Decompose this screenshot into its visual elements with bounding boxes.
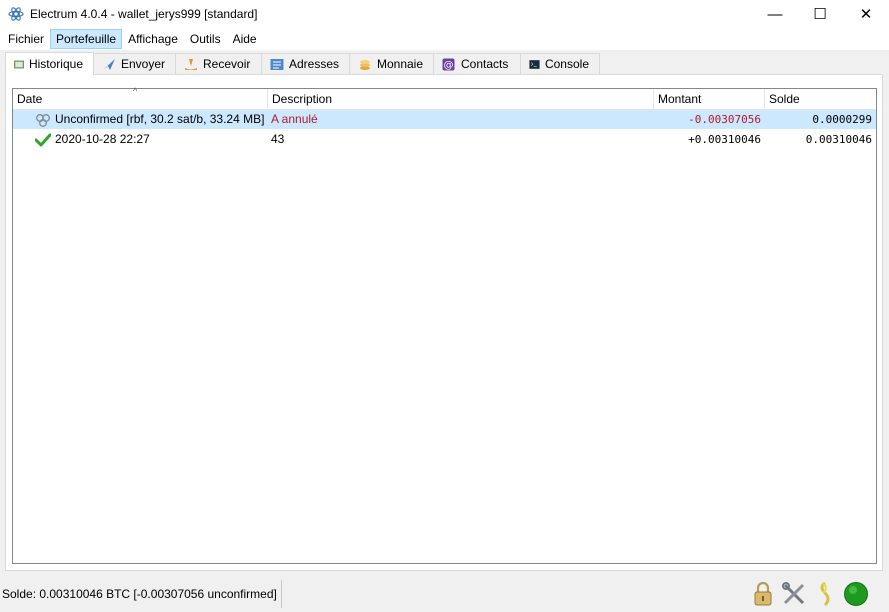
addresses-icon [270,58,284,70]
title-bar: Electrum 4.0.4 - wallet_jerys999 [standa… [0,0,889,28]
tab-label: Console [544,57,589,71]
table-row[interactable]: 2020-10-28 22:27 43 +0.00310046 0.003100… [13,130,876,149]
history-icon [14,60,24,68]
tab-bar: Historique Envoyer Recevoir Adresses Mon… [5,52,600,75]
column-header-description[interactable]: Description [268,89,654,110]
tab-adresses[interactable]: Adresses [261,53,350,74]
transaction-amount: +0.00310046 [688,133,761,146]
tab-label: Historique [28,57,83,71]
confirmed-check-icon [35,133,51,146]
menu-aide[interactable]: Aide [227,29,263,49]
tab-monnaie[interactable]: Monnaie [349,53,434,74]
tab-contacts[interactable]: @ Contacts [433,53,521,74]
preferences-icon[interactable] [781,581,807,607]
console-icon [529,59,540,69]
history-panel: Date ^ Description Montant Solde Unconfi… [5,74,883,571]
window-title: Electrum 4.0.4 - wallet_jerys999 [standa… [30,7,258,21]
menu-fichier[interactable]: Fichier [2,29,50,49]
transaction-date: Unconfirmed [rbf, 30.2 sat/b, 33.24 MB] [55,112,265,126]
transaction-balance: 0.00310046 [805,133,872,146]
close-button[interactable]: ✕ [843,0,889,28]
transaction-amount: -0.00307056 [688,113,761,126]
tab-label: Recevoir [203,57,251,71]
column-header-date[interactable]: Date ^ [13,86,268,110]
column-header-amount[interactable]: Montant [654,89,765,110]
tab-label: Monnaie [376,57,423,71]
balance-status: Solde: 0.00310046 BTC [-0.00307056 uncon… [0,580,282,608]
history-table[interactable]: Date ^ Description Montant Solde Unconfi… [12,86,877,564]
tab-label: Adresses [288,57,339,71]
seed-icon[interactable] [812,581,838,607]
menu-affichage[interactable]: Affichage [122,29,184,49]
close-icon: ✕ [859,6,873,23]
svg-text:@: @ [444,60,454,71]
column-header-balance[interactable]: Solde [765,89,876,110]
menu-bar: Fichier Portefeuille Affichage Outils Ai… [0,28,889,50]
tab-label: Contacts [461,57,509,71]
minimize-icon: — [767,5,783,23]
contacts-icon: @ [442,58,455,71]
transaction-description: A annulé [271,112,318,126]
coins-icon [359,59,370,70]
tab-console[interactable]: Console [520,53,600,74]
menu-portefeuille[interactable]: Portefeuille [50,29,123,49]
maximize-button[interactable]: ☐ [797,0,843,28]
lock-icon[interactable] [750,581,776,607]
table-header: Date ^ Description Montant Solde [13,86,876,110]
transaction-description: 43 [271,132,285,146]
transaction-date: 2020-10-28 22:27 [55,132,150,146]
sort-ascending-icon: ^ [133,86,138,96]
menu-outils[interactable]: Outils [184,29,227,49]
receive-icon [185,58,197,70]
tab-historique[interactable]: Historique [5,52,94,75]
maximize-icon: ☐ [813,6,827,23]
electrum-logo-icon [8,7,24,21]
minimize-button[interactable]: — [752,0,798,28]
transaction-balance: 0.0000299 [812,113,872,126]
network-status-icon[interactable] [843,581,869,607]
tab-label: Envoyer [120,57,165,71]
tab-envoyer[interactable]: Envoyer [93,53,176,74]
unconfirmed-icon [36,113,50,127]
send-icon [102,58,115,70]
tab-recevoir[interactable]: Recevoir [175,53,262,74]
table-row[interactable]: Unconfirmed [rbf, 30.2 sat/b, 33.24 MB] … [13,110,876,129]
